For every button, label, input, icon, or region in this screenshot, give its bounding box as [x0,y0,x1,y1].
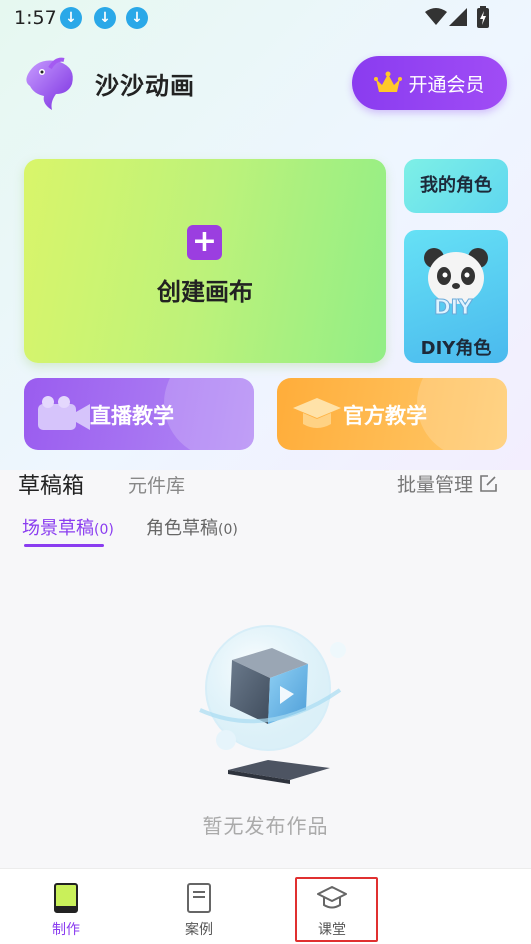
subtab-scene-count: (0) [94,522,114,538]
classroom-highlight-box [295,877,378,942]
app-logo-dolphin-icon [26,57,73,110]
live-teaching-label: 直播教学 [90,404,174,428]
bottom-navigation: 制作 案例 课堂 [0,868,531,944]
svg-text:DIY: DIY [434,295,473,316]
tab-drafts[interactable]: 草稿箱 [18,468,84,500]
status-time: 1:57 [14,7,57,29]
status-bar: 1:57 ↓ ↓ ↓ [0,0,531,36]
active-subtab-indicator [24,544,104,547]
panda-icon: DIY [424,248,488,316]
download-icon: ↓ [60,7,82,29]
diy-character-card[interactable]: DIY DIY角色 [404,230,508,363]
vip-button-label: 开通会员 [408,73,485,96]
download-icon: ↓ [94,7,116,29]
batch-manage-button[interactable]: 批量管理 [397,470,498,497]
nav-item-cases[interactable]: 案例 [154,869,244,944]
subtab-character-drafts[interactable]: 角色草稿(0) [146,514,238,540]
empty-state-text: 暂无发布作品 [202,814,329,838]
live-teaching-card[interactable]: 直播教学 [24,378,254,450]
tab-components[interactable]: 元件库 [128,471,185,498]
crown-icon [374,71,403,92]
official-teaching-card[interactable]: 官方教学 [277,378,507,450]
nav-label-cases: 案例 [185,922,213,938]
subtab-scene-drafts[interactable]: 场景草稿(0) [22,514,114,540]
nav-item-make[interactable]: 制作 [21,869,111,944]
diy-character-label: DIY角色 [420,338,492,359]
plus-icon: + [187,225,222,260]
subtab-character-label: 角色草稿 [146,518,218,539]
subtab-scene-label: 场景草稿 [22,518,94,539]
battery-icon [477,6,489,28]
empty-box-illustration [199,625,346,784]
graduation-cap-icon [293,398,341,428]
edit-icon [480,475,497,492]
nav-label-make: 制作 [52,922,80,938]
my-characters-card[interactable]: 我的角色 [404,159,508,213]
create-canvas-label: 创建画布 [157,278,253,306]
video-camera-icon [38,396,90,430]
wifi-icon [425,8,447,25]
official-teaching-label: 官方教学 [343,404,427,428]
create-canvas-card[interactable]: + 创建画布 [24,159,386,363]
phone-icon [54,883,78,913]
app-title: 沙沙动画 [95,72,195,100]
download-icon: ↓ [126,7,148,29]
document-icon [187,883,211,913]
subtab-character-count: (0) [218,522,238,538]
batch-manage-label: 批量管理 [397,474,474,496]
vip-membership-button[interactable]: 开通会员 [352,56,507,110]
signal-icon [449,8,467,26]
